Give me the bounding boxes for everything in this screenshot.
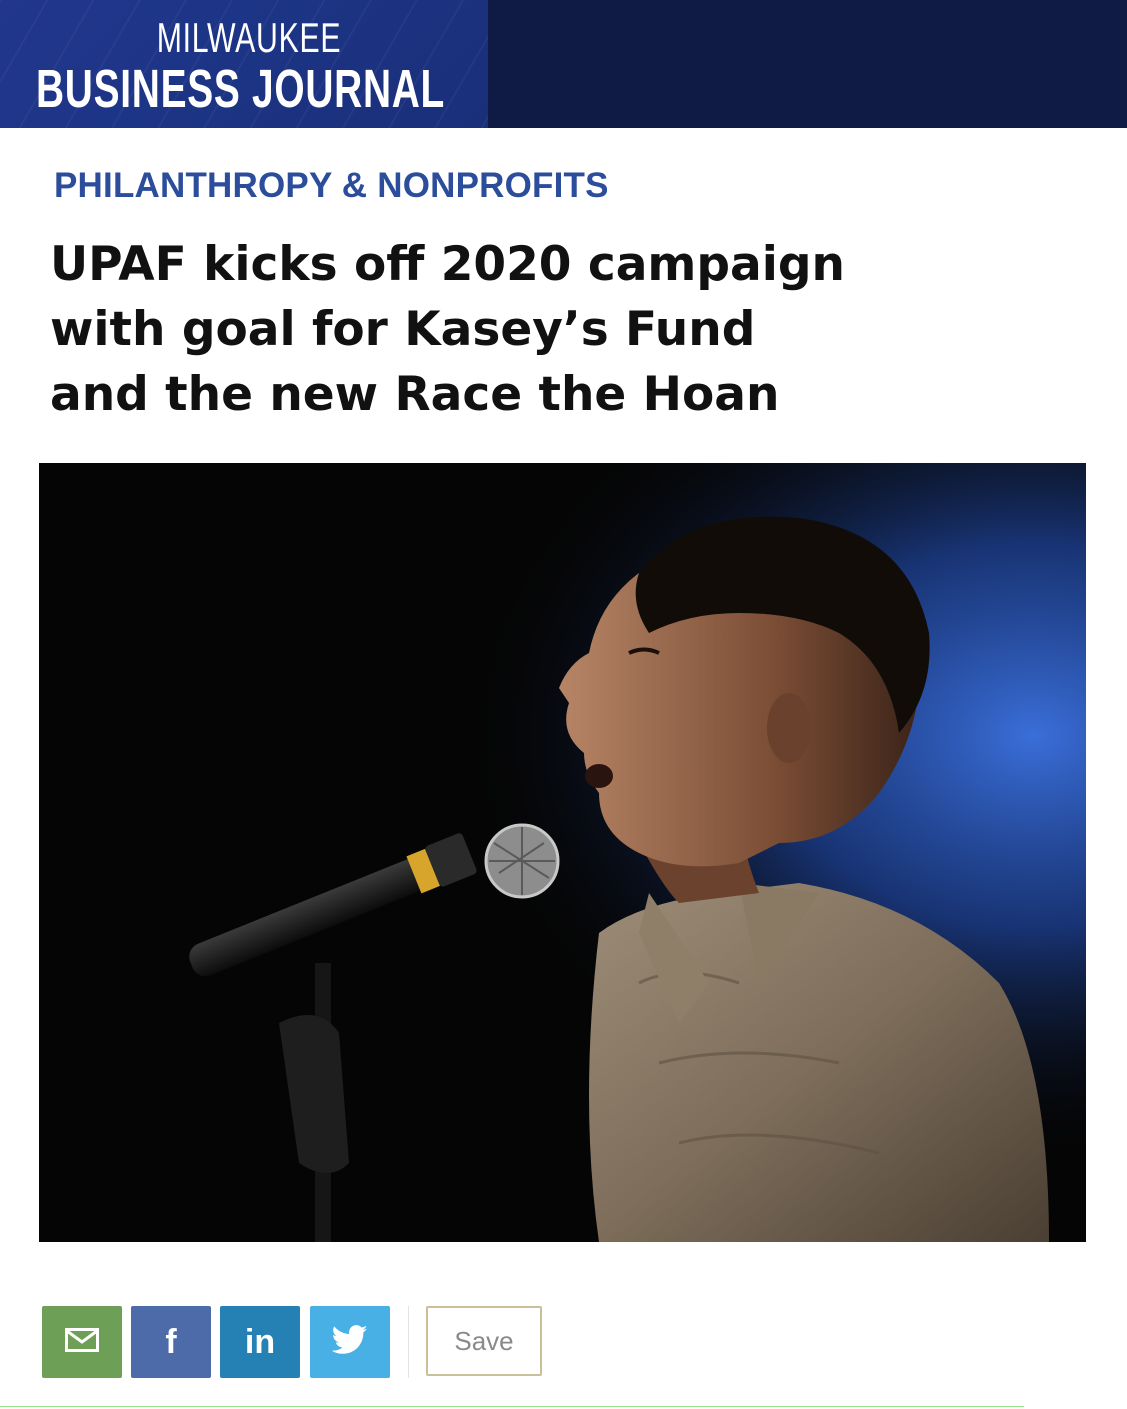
- share-email-button[interactable]: [42, 1306, 122, 1378]
- logo-line-milwaukee: MILWAUKEE: [156, 14, 342, 61]
- headline-line: with goal for Kasey’s Fund: [50, 302, 756, 357]
- headline-line: UPAF kicks off 2020 campaign: [50, 237, 845, 292]
- site-header: MILWAUKEE BUSINESS JOURNAL: [0, 0, 1127, 128]
- linkedin-icon: in: [244, 1322, 276, 1361]
- share-twitter-button[interactable]: [310, 1306, 390, 1378]
- section-kicker[interactable]: PHILANTHROPY & NONPROFITS: [54, 166, 609, 206]
- hero-photo: [39, 463, 1086, 1242]
- article-headline: UPAF kicks off 2020 campaign with goal f…: [50, 232, 950, 427]
- save-button[interactable]: Save: [426, 1306, 542, 1376]
- envelope-icon: [65, 1328, 99, 1356]
- logo-line-business-journal: BUSINESS JOURNAL: [36, 59, 446, 119]
- facebook-icon: f: [165, 1322, 177, 1361]
- share-divider: [408, 1306, 409, 1378]
- twitter-bird-icon: [331, 1325, 368, 1359]
- hero-photo-illustration: [39, 463, 1086, 1242]
- bottom-divider: [0, 1406, 1024, 1407]
- share-linkedin-button[interactable]: in: [220, 1306, 300, 1378]
- site-logo[interactable]: MILWAUKEE BUSINESS JOURNAL: [0, 0, 488, 128]
- headline-line: and the new Race the Hoan: [50, 367, 780, 422]
- share-facebook-button[interactable]: f: [131, 1306, 211, 1378]
